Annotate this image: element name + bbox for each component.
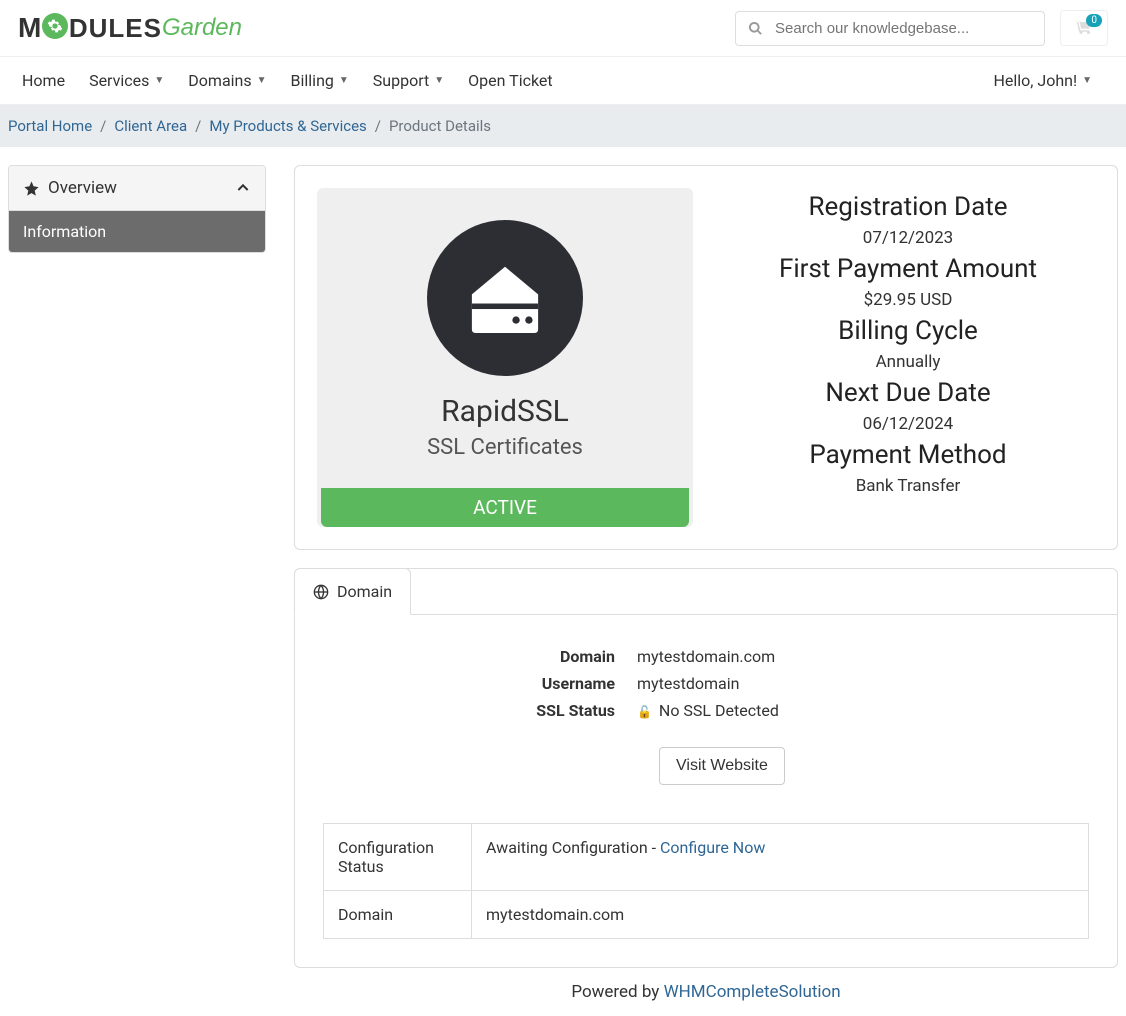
next-due-value: 06/12/2024 (721, 414, 1095, 434)
breadcrumb-my-products[interactable]: My Products & Services (209, 117, 366, 135)
breadcrumb-current: Product Details (389, 117, 491, 135)
footer: Powered by WHMCompleteSolution (294, 968, 1118, 1006)
registration-date-value: 07/12/2023 (721, 228, 1095, 248)
whmcs-link[interactable]: WHMCompleteSolution (664, 982, 841, 1002)
search-icon (748, 21, 763, 36)
username-value: mytestdomain (637, 670, 1089, 697)
breadcrumb-separator: / (100, 117, 106, 135)
configure-now-link[interactable]: Configure Now (660, 838, 765, 857)
table-row: Domain mytestdomain.com (324, 890, 1089, 938)
chevron-down-icon: ▼ (154, 75, 164, 86)
logo-text-modules: DULES (69, 13, 162, 44)
registration-date-label: Registration Date (721, 192, 1095, 222)
cart-badge: 0 (1086, 14, 1102, 27)
billing-cycle-label: Billing Cycle (721, 316, 1095, 346)
breadcrumb-separator: / (195, 117, 201, 135)
chevron-down-icon: ▼ (257, 75, 267, 86)
config-status-label: Configuration Status (324, 823, 472, 890)
chevron-down-icon: ▼ (1082, 75, 1092, 86)
sidebar-panel-header[interactable]: Overview (9, 166, 265, 211)
chevron-down-icon: ▼ (434, 75, 444, 86)
payment-method-value: Bank Transfer (721, 476, 1095, 496)
sidebar-panel-overview: Overview Information (8, 165, 266, 253)
nav-domains[interactable]: Domains▼ (176, 57, 278, 104)
payment-method-label: Payment Method (721, 440, 1095, 470)
sidebar-overview-title: Overview (48, 178, 117, 198)
logo-gear-icon (42, 13, 68, 39)
header: M DULES Garden 0 (0, 0, 1126, 56)
main-nav: Home Services▼ Domains▼ Billing▼ Support… (0, 56, 1126, 105)
lock-open-icon: 🔓 (637, 705, 652, 719)
domain-value: mytestdomain.com (637, 643, 1089, 670)
nav-open-ticket[interactable]: Open Ticket (456, 57, 564, 104)
config-table: Configuration Status Awaiting Configurat… (323, 823, 1089, 939)
main-content: RapidSSL SSL Certificates ACTIVE Registr… (294, 165, 1118, 1006)
sidebar: Overview Information (8, 165, 266, 253)
tabs-card: Domain Domain Username SSL Status mytest… (294, 568, 1118, 968)
ssl-status-label: SSL Status (323, 697, 615, 724)
product-card: RapidSSL SSL Certificates ACTIVE Registr… (294, 165, 1118, 550)
tab-domain-label: Domain (337, 582, 392, 601)
star-icon (23, 180, 40, 197)
product-icon (427, 220, 583, 376)
next-due-label: Next Due Date (721, 378, 1095, 408)
product-name: RapidSSL (333, 394, 677, 429)
search-box[interactable] (735, 11, 1045, 46)
globe-icon (313, 584, 329, 600)
nav-services[interactable]: Services▼ (77, 57, 176, 104)
tab-domain[interactable]: Domain (294, 568, 411, 615)
nav-user-menu[interactable]: Hello, John!▼ (981, 57, 1104, 104)
config-domain-value: mytestdomain.com (472, 890, 1089, 938)
logo[interactable]: M DULES Garden (18, 12, 242, 44)
breadcrumb: Portal Home / Client Area / My Products … (0, 105, 1126, 147)
username-label: Username (323, 670, 615, 697)
breadcrumb-client-area[interactable]: Client Area (114, 117, 187, 135)
nav-home[interactable]: Home (10, 57, 77, 104)
breadcrumb-separator: / (375, 117, 381, 135)
product-info: Registration Date 07/12/2023 First Payme… (721, 188, 1095, 527)
breadcrumb-portal-home[interactable]: Portal Home (8, 117, 92, 135)
first-payment-value: $29.95 USD (721, 290, 1095, 310)
ssl-status-value: 🔓 No SSL Detected (637, 697, 1089, 724)
chevron-up-icon (235, 180, 251, 196)
chevron-down-icon: ▼ (339, 75, 349, 86)
table-row: Configuration Status Awaiting Configurat… (324, 823, 1089, 890)
visit-website-button[interactable]: Visit Website (659, 747, 785, 785)
cart-button[interactable]: 0 (1060, 10, 1108, 46)
config-status-value: Awaiting Configuration - Configure Now (472, 823, 1089, 890)
first-payment-label: First Payment Amount (721, 254, 1095, 284)
product-badge: RapidSSL SSL Certificates ACTIVE (317, 188, 693, 527)
search-input[interactable] (763, 20, 1032, 37)
domain-label: Domain (323, 643, 615, 670)
product-group: SSL Certificates (333, 435, 677, 460)
tab-content-domain: Domain Username SSL Status mytestdomain.… (295, 614, 1117, 967)
config-domain-label: Domain (324, 890, 472, 938)
billing-cycle-value: Annually (721, 352, 1095, 372)
product-status-badge: ACTIVE (321, 488, 689, 527)
logo-text-garden: Garden (162, 14, 242, 42)
sidebar-item-information[interactable]: Information (9, 211, 265, 252)
nav-billing[interactable]: Billing▼ (279, 57, 361, 104)
nav-support[interactable]: Support▼ (361, 57, 456, 104)
logo-letter-m: M (18, 12, 41, 44)
